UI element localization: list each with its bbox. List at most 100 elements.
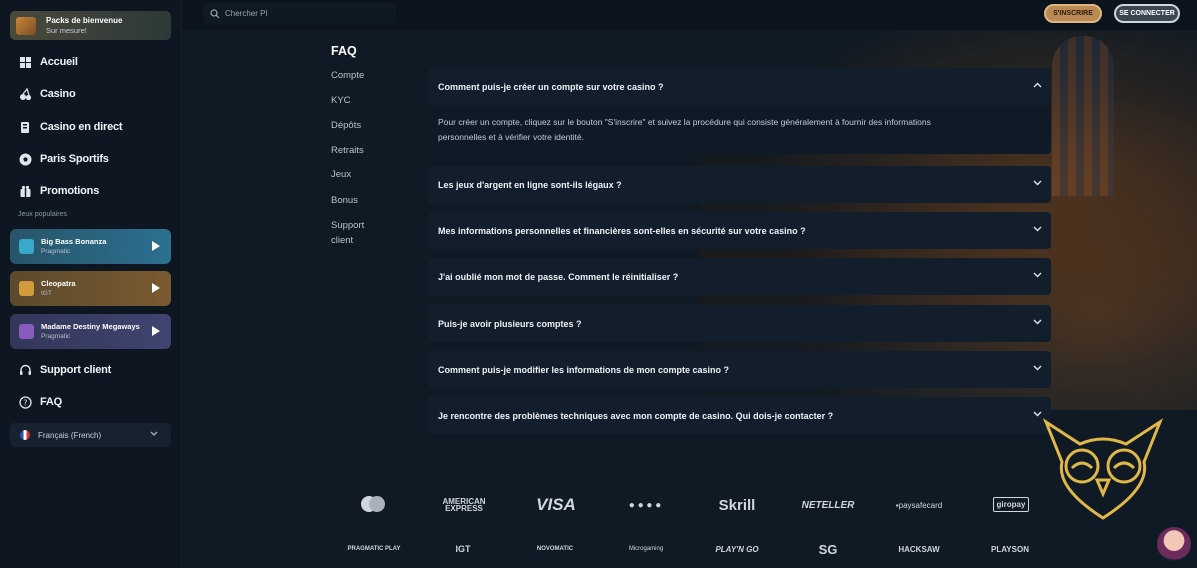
faq-question-6[interactable]: Comment puis-je modifier les information…	[428, 351, 1051, 388]
game-thumbnail	[19, 281, 34, 296]
chat-support-avatar[interactable]	[1157, 527, 1191, 561]
game-provider: IGT	[41, 290, 52, 297]
chevron-down-icon	[1033, 365, 1042, 371]
question-icon: ?	[18, 395, 32, 409]
svg-text:?: ?	[23, 398, 27, 407]
chevron-down-icon	[150, 431, 158, 436]
home-icon	[18, 55, 32, 69]
gift-icon	[18, 184, 32, 198]
mastercard-logo: mastercard	[357, 493, 389, 515]
stained-glass-window	[1052, 36, 1114, 196]
faq-category-jeux[interactable]: Jeux	[331, 167, 351, 182]
faq-question-1[interactable]: Comment puis-je créer un compte sur votr…	[428, 68, 1051, 105]
headset-icon	[18, 363, 32, 377]
faq-question-4[interactable]: J'ai oublié mon mot de passe. Comment le…	[428, 258, 1051, 295]
game-thumbnail	[19, 324, 34, 339]
nav-item-accueil[interactable]: Accueil	[18, 52, 78, 72]
faq-category-depots[interactable]: Dépôts	[331, 118, 361, 133]
promo-subtitle: Sur mesure!	[46, 25, 87, 35]
sg-logo: SG	[818, 541, 838, 557]
skrill-logo: Skrill	[718, 496, 756, 514]
faq-question-3[interactable]: Mes informations personnelles et financi…	[428, 212, 1051, 249]
play-icon[interactable]	[152, 283, 160, 293]
amex-logo: AMERICAN EXPRESS	[442, 497, 486, 513]
question-text: J'ai oublié mon mot de passe. Comment le…	[438, 271, 679, 282]
game-card-madame-destiny-megaways[interactable]: Madame Destiny Megaways Pragmatic	[10, 314, 171, 349]
nav-item-casino-direct[interactable]: Casino en direct	[18, 117, 123, 137]
hacksaw-logo: HACKSAW	[898, 544, 940, 554]
faq-question-2[interactable]: Les jeux d'argent en ligne sont-ils léga…	[428, 166, 1051, 203]
chevron-down-icon	[1033, 411, 1042, 417]
soccer-ball-icon	[18, 152, 32, 166]
game-title: Cleopatra	[41, 279, 76, 288]
language-selector[interactable]: Français (French)	[10, 423, 171, 447]
nav-item-casino[interactable]: Casino	[18, 84, 76, 104]
answer-line: personnelles et à vérifier votre identit…	[438, 132, 584, 142]
play-icon[interactable]	[152, 326, 160, 336]
faq-answer-1: Pour créer un compte, cliquez sur le bou…	[428, 105, 1051, 154]
cards-icon	[18, 120, 32, 134]
nav-label: Accueil	[40, 56, 78, 68]
nav-label: Paris Sportifs	[40, 153, 109, 165]
search-placeholder: Chercher Pl	[225, 9, 268, 18]
france-flag-icon	[20, 430, 30, 440]
question-text: Puis-je avoir plusieurs comptes ?	[438, 318, 582, 329]
nav-label: Promotions	[40, 185, 100, 197]
chevron-down-icon	[1033, 319, 1042, 325]
game-card-cleopatra[interactable]: Cleopatra IGT	[10, 271, 171, 306]
faq-category-retraits[interactable]: Retraits	[331, 143, 364, 158]
faq-question-7[interactable]: Je rencontre des problèmes techniques av…	[428, 397, 1051, 434]
igt-logo: IGT	[455, 544, 471, 554]
chevron-down-icon	[1033, 180, 1042, 186]
nav-item-support[interactable]: Support client	[18, 360, 111, 380]
game-title: Madame Destiny Megaways	[41, 322, 140, 331]
visa-logo: VISA	[536, 495, 576, 514]
play-icon[interactable]	[152, 241, 160, 251]
giropay-logo: giropay	[993, 497, 1029, 512]
topbar: Chercher Pl S'INSCRIRE SE CONNECTER	[182, 0, 1197, 30]
cherries-icon	[18, 87, 32, 101]
faq-category-support[interactable]: Support client	[331, 218, 371, 248]
playngo-logo: PLAY'N GO	[715, 544, 759, 554]
search-input[interactable]: Chercher Pl	[203, 3, 396, 24]
language-label: Français (French)	[38, 430, 102, 440]
game-thumbnail	[19, 239, 34, 254]
nav-label: FAQ	[40, 396, 63, 408]
sidebar: Packs de bienvenue Sur mesure! Accueil C…	[0, 0, 182, 568]
faq-question-5[interactable]: Puis-je avoir plusieurs comptes ?	[428, 305, 1051, 342]
answer-line: Pour créer un compte, cliquez sur le bou…	[438, 117, 931, 127]
question-text: Comment puis-je modifier les information…	[438, 364, 730, 375]
gift-icon	[16, 16, 36, 35]
nav-label: Support client	[40, 364, 112, 376]
pragmatic-play-logo: PRAGMATIC PLAY	[347, 546, 401, 552]
microgaming-logo: Microgaming	[628, 546, 664, 552]
faq-title: FAQ	[331, 44, 357, 58]
nav-item-paris-sportifs[interactable]: Paris Sportifs	[18, 149, 109, 169]
owl-mascot-icon	[1042, 418, 1164, 520]
game-provider: Pragmatic	[41, 248, 71, 255]
chevron-up-icon	[1033, 82, 1042, 88]
nav-item-promotions[interactable]: Promotions	[18, 181, 99, 201]
question-text: Les jeux d'argent en ligne sont-ils léga…	[438, 179, 622, 190]
faq-category-compte[interactable]: Compte	[331, 68, 364, 83]
login-button[interactable]: SE CONNECTER	[1114, 4, 1180, 23]
nav-label: Casino	[40, 88, 76, 100]
playson-logo: PLAYSON	[991, 544, 1029, 554]
faq-category-bonus[interactable]: Bonus	[331, 193, 358, 208]
nav-item-faq[interactable]: ? FAQ	[18, 392, 62, 412]
chevron-down-icon	[1033, 272, 1042, 278]
novomatic-logo: NOVOMATIC	[536, 546, 574, 552]
welcome-pack-banner[interactable]: Packs de bienvenue Sur mesure!	[10, 11, 171, 40]
question-text: Mes informations personnelles et financi…	[438, 225, 806, 236]
popular-games-heading: Jeux populaires	[18, 211, 68, 218]
nav-label: Casino en direct	[40, 121, 123, 133]
paysafecard-logo: ▪paysafecard	[895, 500, 943, 510]
search-icon	[210, 8, 220, 18]
faq-category-kyc[interactable]: KYC	[331, 93, 351, 108]
game-card-big-bass-bonanza[interactable]: Big Bass Bonanza Pragmatic	[10, 229, 171, 264]
signup-button[interactable]: S'INSCRIRE	[1044, 4, 1102, 23]
game-provider: Pragmatic	[41, 333, 71, 340]
game-title: Big Bass Bonanza	[41, 237, 107, 246]
circles-payment-logo: ● ● ● ●	[628, 499, 662, 511]
chevron-down-icon	[1033, 226, 1042, 232]
